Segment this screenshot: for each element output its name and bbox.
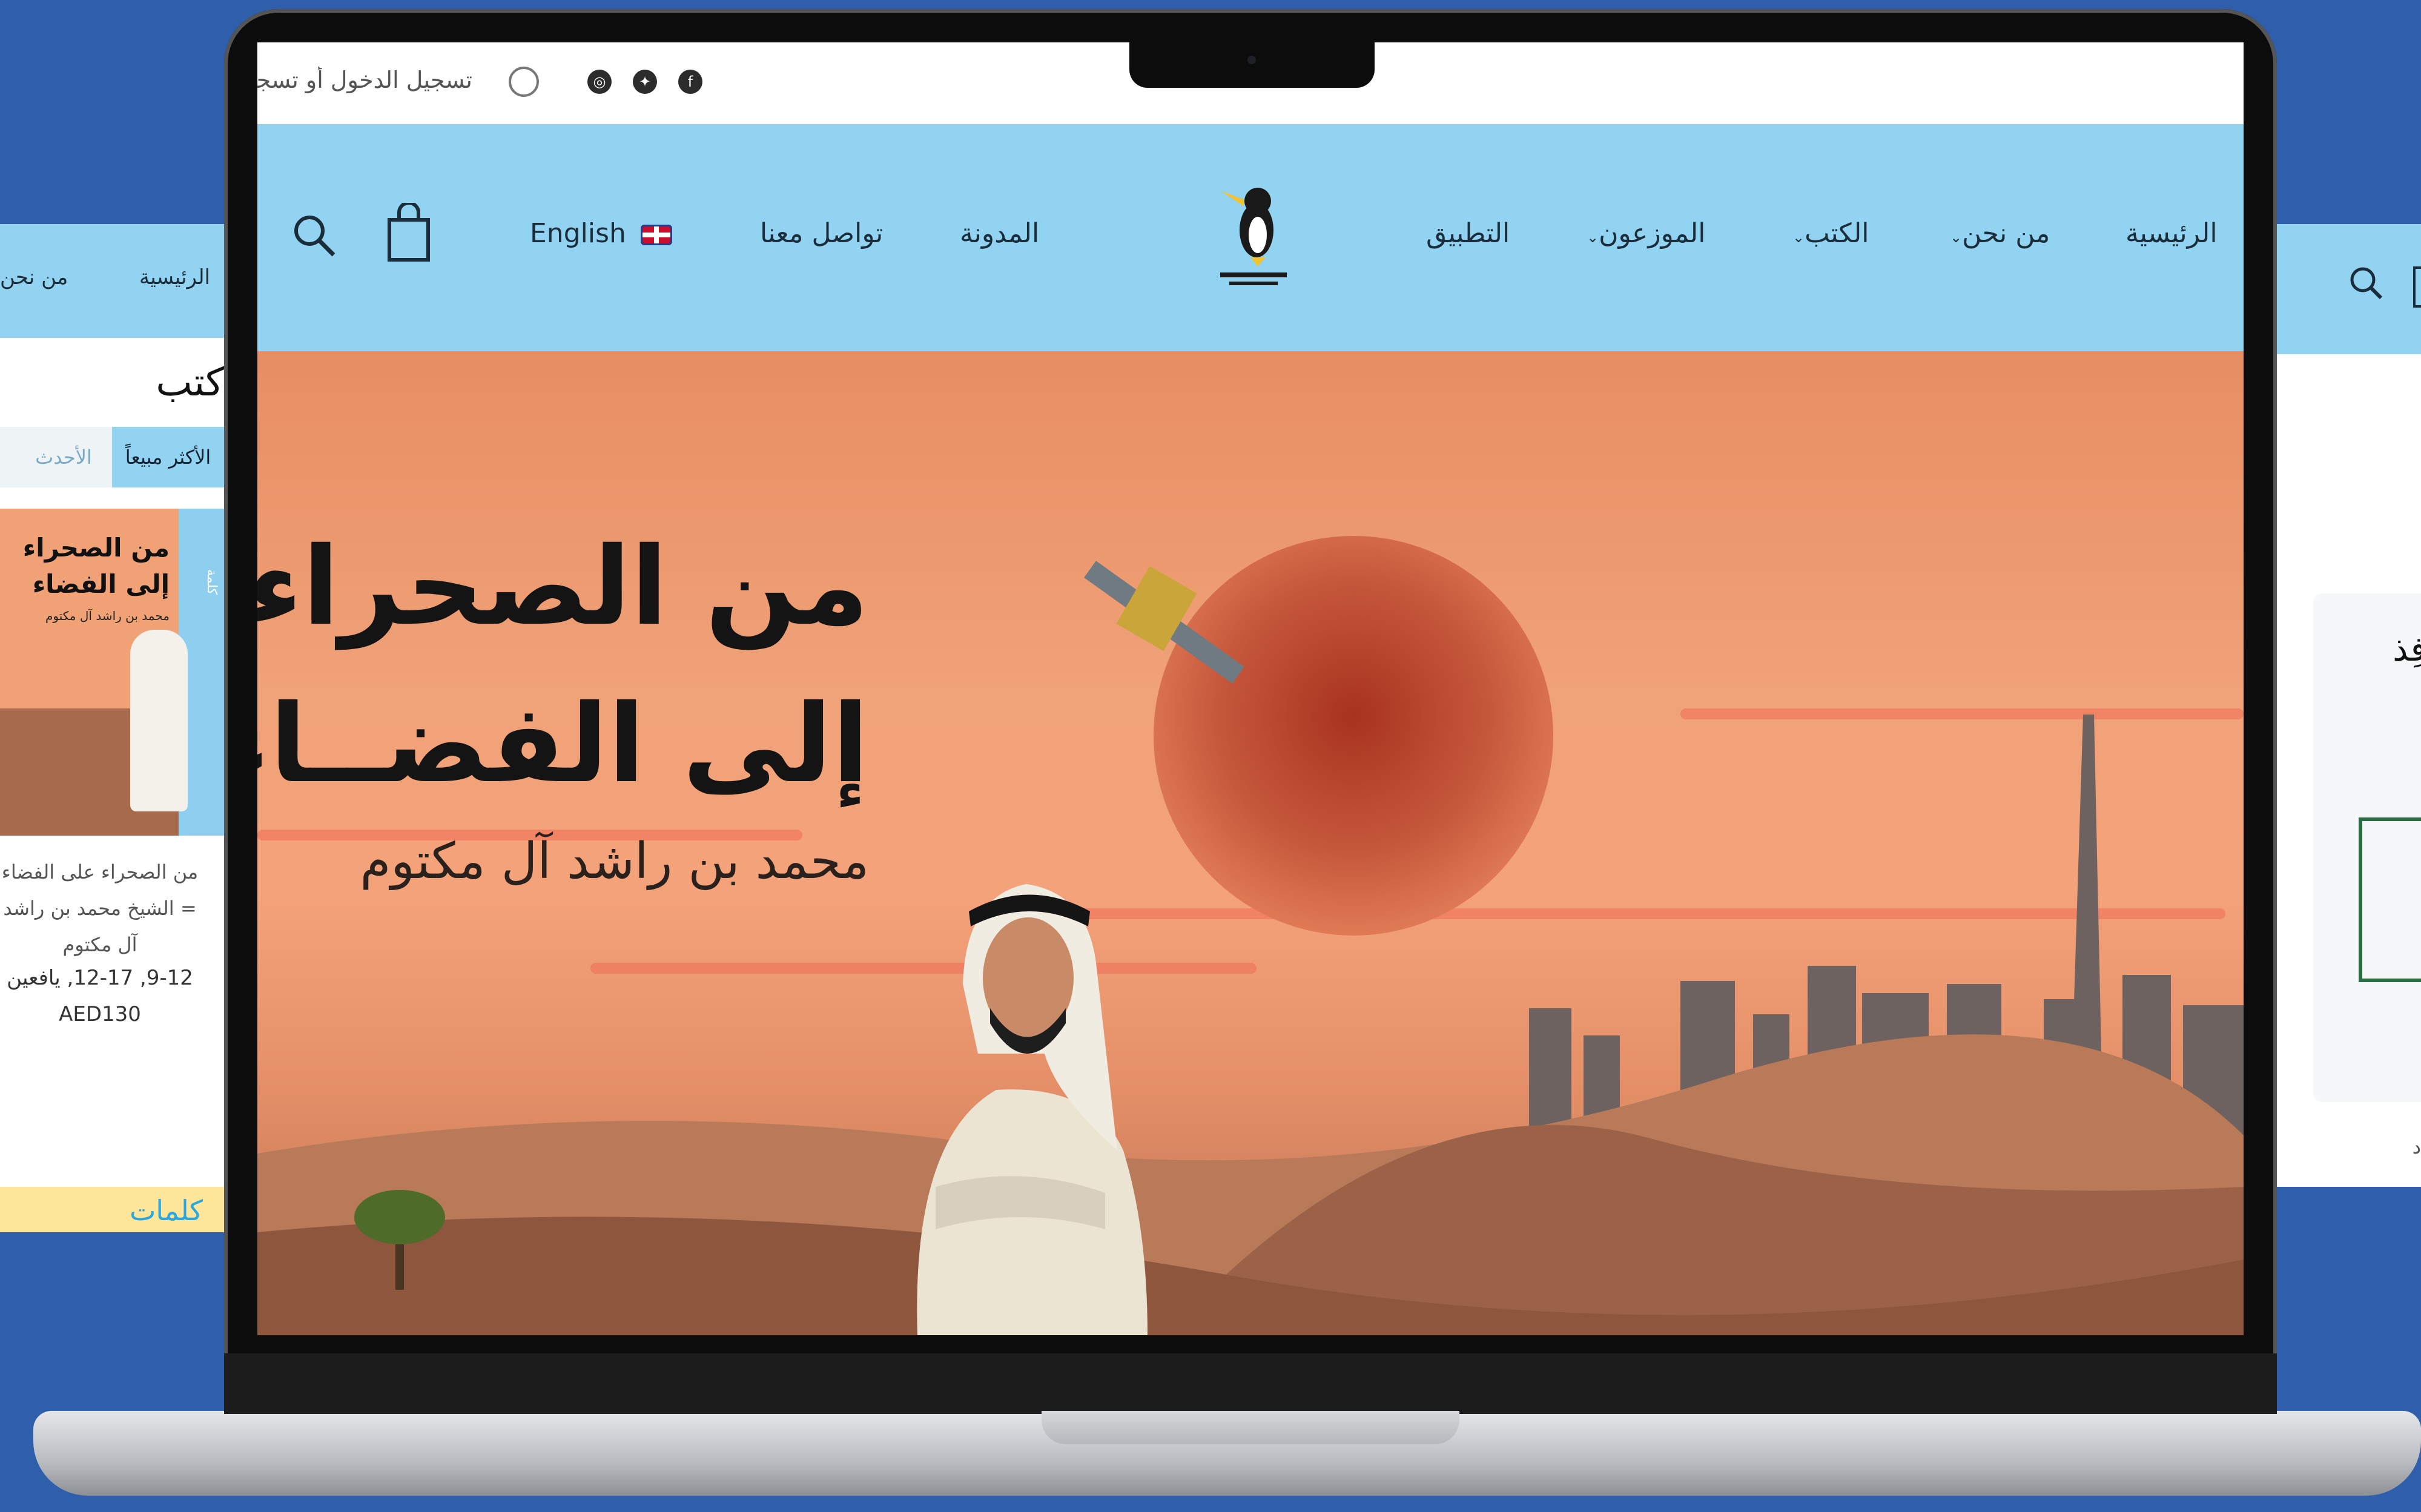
planet: [1154, 536, 1553, 936]
hero-author: محمد بن راشد آل مكتوم: [360, 833, 869, 890]
left-nav-home[interactable]: الرئيسية: [139, 265, 210, 289]
nav-books[interactable]: الكتب⌄: [1792, 218, 1869, 249]
right-card-text: وافِذ: [2393, 630, 2421, 669]
nav-books-label: الكتب: [1805, 218, 1869, 249]
nav-about-label: من نحن: [1962, 218, 2050, 249]
hero-title-line-1: من الصحراء: [257, 524, 869, 649]
book-ages: 9-12, 12-17, يافعين: [7, 966, 193, 990]
book-cover-title-1: من الصحراء: [22, 533, 170, 563]
camera-notch: [1129, 42, 1375, 88]
hero-title-line-2: إلى الفضــاء: [257, 681, 869, 807]
left-banner: كلمات: [0, 1187, 224, 1232]
nav-about[interactable]: من نحن⌄: [1950, 218, 2050, 249]
book-cover-title-2: إلى الفضاء: [32, 569, 170, 599]
left-tabs: الأحدث الأكثر مبيعاً: [0, 427, 224, 487]
chevron-down-icon: ⌄: [1587, 229, 1599, 246]
left-background-page: من نحن الرئيسية كتب الأحدث الأكثر مبيعاً…: [0, 224, 224, 1232]
left-section-title: كتب: [156, 360, 224, 405]
facebook-icon[interactable]: f: [678, 70, 702, 94]
search-icon[interactable]: [2343, 260, 2392, 309]
left-nav-about[interactable]: من نحن: [0, 265, 68, 289]
site-logo[interactable]: [1214, 157, 1293, 297]
nav-app[interactable]: التطبيق: [1426, 218, 1510, 249]
login-register-link[interactable]: تسجيل الدخول أو تسجيل: [257, 67, 472, 93]
user-icon[interactable]: [509, 67, 539, 97]
language-switch[interactable]: English: [530, 218, 672, 249]
right-background-page: وافِذ د: [2277, 224, 2421, 1187]
book-cover[interactable]: كلمة من الصحراء إلى الفضاء محمد بن راشد …: [0, 509, 224, 836]
book-cover-author: محمد بن راشد آل مكتوم: [45, 609, 170, 623]
book-cover-figure: [130, 630, 188, 811]
instagram-icon[interactable]: ◎: [587, 70, 612, 94]
laptop-chin: [224, 1353, 2277, 1414]
right-small-text: د: [2412, 1135, 2421, 1158]
left-banner-text: كلمات: [129, 1194, 203, 1227]
nav-distributors[interactable]: الموزعون⌄: [1587, 218, 1705, 249]
right-page-navbar: [2277, 224, 2421, 354]
chevron-down-icon: ⌄: [1792, 229, 1805, 246]
book-price: AED130: [59, 1002, 141, 1026]
shopping-bag-icon[interactable]: [385, 203, 433, 263]
uk-flag-icon: [640, 225, 672, 245]
laptop-screen: تسجيل الدخول أو تسجيل ◎ ✦ f English تواص…: [257, 42, 2244, 1335]
right-card-box: [2359, 817, 2421, 982]
book-spine-text: كلمة: [204, 569, 219, 595]
man-figure: [917, 884, 1148, 1335]
book-description[interactable]: من الصحراء على الفضاء = الشيخ محمد بن را…: [0, 854, 200, 963]
nav-blog[interactable]: المدونة: [960, 218, 1039, 249]
chevron-down-icon: ⌄: [1950, 229, 1963, 246]
search-icon[interactable]: [288, 209, 342, 263]
nav-distributors-label: الموزعون: [1599, 218, 1706, 249]
tab-newest[interactable]: الأحدث: [18, 427, 109, 487]
tab-best-selling[interactable]: الأكثر مبيعاً: [112, 427, 224, 487]
laptop-opening-notch: [1042, 1411, 1459, 1444]
cart-icon[interactable]: [2413, 266, 2421, 308]
camera-icon: [1247, 56, 1256, 64]
language-label: English: [530, 218, 626, 249]
right-card: وافِذ: [2313, 593, 2421, 1102]
twitter-icon[interactable]: ✦: [633, 70, 657, 94]
left-page-navbar: من نحن الرئيسية: [0, 224, 224, 338]
main-navbar: English تواصل معنا المدونة التطبيق الموز…: [257, 124, 2244, 351]
hero-banner[interactable]: من الصحراء إلى الفضــاء محمد بن راشد آل …: [257, 351, 2244, 1335]
nav-contact[interactable]: تواصل معنا: [760, 218, 883, 249]
nav-home[interactable]: الرئيسية: [2125, 218, 2218, 249]
